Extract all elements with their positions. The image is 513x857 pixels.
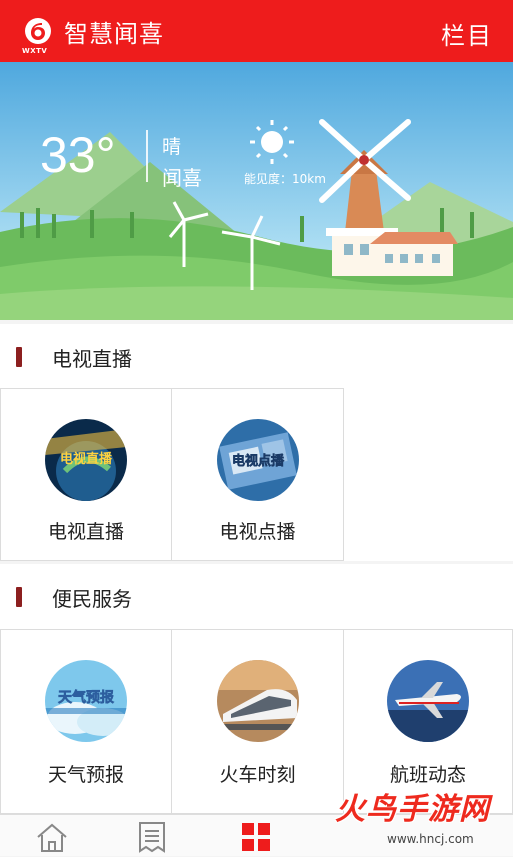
- section-header-tv: 电视直播: [0, 324, 513, 390]
- tv-vod-icon-text: 电视点播: [231, 453, 284, 469]
- landscape-illustration: [0, 62, 513, 320]
- tile-weather-forecast[interactable]: 天气预报 天气预报: [0, 629, 172, 814]
- tv-vod-icon: 电视点播: [216, 419, 299, 501]
- app-logo: WXTV: [22, 17, 52, 55]
- weather-condition: 晴: [162, 136, 182, 158]
- tile-tv-vod[interactable]: 电视点播 电视点播: [171, 388, 344, 561]
- tile-label: 天气预报: [47, 764, 124, 786]
- weather-city: 闻喜: [162, 166, 202, 190]
- site-watermark: 火鸟手游网 www.hncj.com: [327, 782, 507, 852]
- temperature-value: 33°: [40, 127, 116, 183]
- weather-divider: [146, 130, 148, 182]
- section-marker: [16, 347, 22, 367]
- visibility-text: 能见度：10km: [244, 172, 326, 186]
- list-icon: [139, 822, 165, 853]
- airplane-icon: [387, 660, 469, 742]
- grid-icon: [242, 823, 270, 851]
- nav-home[interactable]: [32, 821, 72, 853]
- watermark-url: www.hncj.com: [387, 832, 474, 846]
- tile-label: 电视点播: [219, 521, 296, 543]
- nav-apps[interactable]: [236, 821, 276, 853]
- tile-train-schedule[interactable]: 火车时刻: [171, 629, 344, 814]
- section-marker: [16, 587, 22, 607]
- weather-forecast-icon: 天气预报: [45, 660, 127, 742]
- app-title: 智慧闻喜: [64, 19, 164, 48]
- train-icon: [216, 660, 299, 742]
- logo-caption: WXTV: [22, 47, 48, 55]
- weather-forecast-icon-text: 天气预报: [58, 689, 114, 706]
- home-icon: [37, 823, 67, 852]
- tile-label: 电视直播: [47, 521, 124, 543]
- tile-label: 火车时刻: [219, 764, 296, 786]
- section-title: 便民服务: [52, 586, 132, 611]
- section-title: 电视直播: [52, 346, 132, 371]
- tv-live-icon: 电视直播: [45, 419, 127, 501]
- app-header: WXTV 智慧闻喜 栏目: [0, 0, 513, 62]
- weather-banner: 33° 晴 闻喜 能见度：10km: [0, 62, 513, 320]
- tv-tiles-row: 电视直播 电视直播 电视点播 电视点播: [0, 388, 513, 561]
- tv-live-icon-text: 电视直播: [60, 451, 113, 467]
- nav-news[interactable]: [132, 821, 172, 853]
- tile-tv-live[interactable]: 电视直播 电视直播: [0, 388, 172, 561]
- watermark-text: 火鸟手游网: [335, 792, 490, 827]
- columns-menu-button[interactable]: 栏目: [441, 16, 493, 51]
- section-header-services: 便民服务: [0, 564, 513, 630]
